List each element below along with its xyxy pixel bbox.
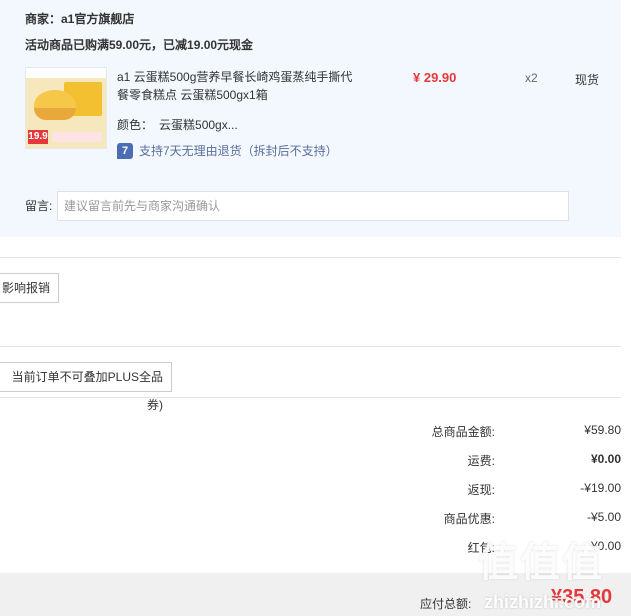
thumbnail-header-strip <box>26 68 106 78</box>
summary-label-cashback: 返现: <box>467 483 495 497</box>
site-watermark-url: zhizhizhi.com <box>484 592 601 612</box>
product-thumbnail[interactable]: 19.9 <box>25 67 107 149</box>
stock-status: 现货 <box>575 73 600 87</box>
color-value: 云蛋糕500gx... <box>159 118 238 132</box>
seven-day-return-icon: 7 <box>117 142 133 159</box>
promo-message: 活动商品已购满59.00元，已减19.00元现金 <box>25 38 254 52</box>
product-price: ¥ 29.90 <box>413 70 457 85</box>
summary-label-red-packet: 红包: <box>467 541 495 555</box>
thumbnail-price-tag: 19.9 <box>28 130 48 144</box>
section-divider <box>0 397 621 398</box>
color-label: 颜色： <box>117 118 154 132</box>
note-label: 留言: <box>25 199 53 213</box>
site-watermark: 值值值 <box>478 541 604 585</box>
payable-label: 应付总额: <box>420 597 472 611</box>
merchant-name: 商家：a1官方旗舰店 <box>25 12 135 26</box>
section-divider <box>0 346 621 347</box>
thumbnail-promo-strip <box>52 132 102 142</box>
product-color: 颜色： 云蛋糕500gx... <box>117 116 238 133</box>
plus-coupon-notice-button[interactable]: 当前订单不可叠加PLUS全品券) <box>0 362 172 412</box>
summary-label-shipping: 运费: <box>467 454 495 468</box>
return-policy[interactable]: 7 支持7天无理由退货（拆封后不支持） <box>117 142 338 159</box>
reimburse-button[interactable]: 影响报销 <box>0 273 59 303</box>
product-title[interactable]: a1 云蛋糕500g营养早餐长崎鸡蛋蒸纯手撕代餐零食糕点 云蛋糕500gx1箱 <box>117 68 362 104</box>
return-policy-text: 支持7天无理由退货（拆封后不支持） <box>139 144 338 158</box>
summary-label-total: 总商品金额: <box>431 425 495 439</box>
thumbnail-cake-base <box>34 108 76 120</box>
summary-value-discount: -¥5.00 <box>586 510 621 524</box>
summary-value-total: ¥59.80 <box>584 423 621 437</box>
note-input[interactable] <box>57 191 569 221</box>
section-divider <box>0 257 621 258</box>
summary-value-shipping: ¥0.00 <box>590 452 621 466</box>
summary-value-cashback: -¥19.00 <box>580 481 621 495</box>
summary-label-discount: 商品优惠: <box>443 512 495 526</box>
product-quantity: x2 <box>525 71 538 85</box>
